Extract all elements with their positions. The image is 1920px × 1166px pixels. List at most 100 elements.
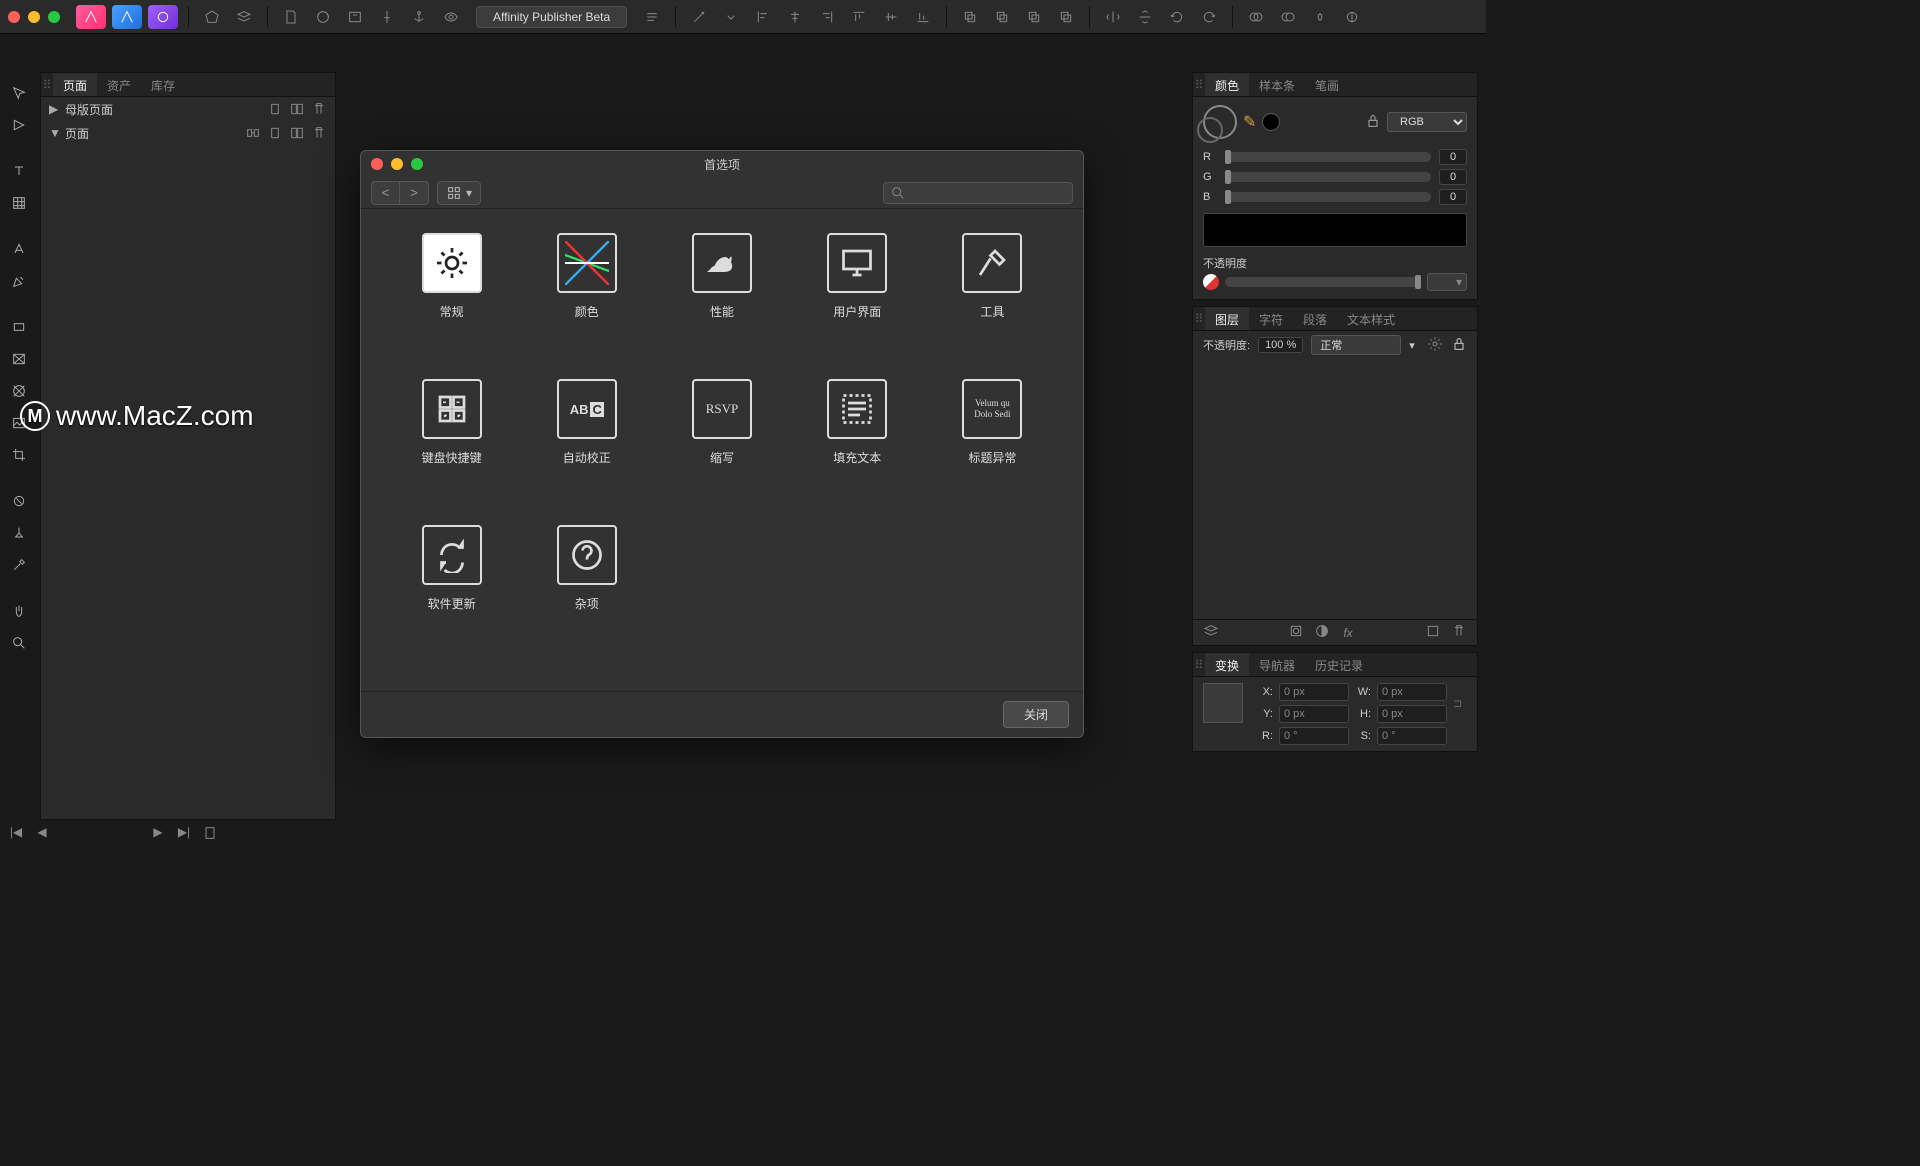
prev-page-icon[interactable]: ◀ — [34, 825, 50, 844]
panel-grip-icon[interactable]: ⠿ — [1193, 307, 1205, 330]
layer-opacity-value[interactable]: 100 % — [1258, 337, 1303, 353]
pref-item-gear[interactable]: 常规 — [389, 233, 514, 353]
gear-icon[interactable] — [1427, 336, 1443, 355]
dialog-close-icon[interactable] — [371, 158, 383, 170]
node-tool-icon[interactable] — [6, 112, 32, 138]
pref-item-hammer[interactable]: 工具 — [930, 233, 1055, 353]
master-pages-row[interactable]: ▶ 母版页面 — [41, 97, 335, 121]
align-left-icon[interactable] — [750, 4, 776, 30]
align-bottom-icon[interactable] — [910, 4, 936, 30]
tab-stroke[interactable]: 笔画 — [1305, 73, 1349, 96]
text-tool-icon[interactable] — [6, 158, 32, 184]
slider-b-value[interactable]: 0 — [1439, 189, 1467, 205]
tab-character[interactable]: 字符 — [1249, 307, 1293, 330]
anchor-selector[interactable] — [1203, 683, 1243, 723]
picture-frame-icon[interactable] — [6, 346, 32, 372]
transparency-tool-icon[interactable] — [6, 520, 32, 546]
table-tool-icon[interactable] — [6, 190, 32, 216]
tab-history[interactable]: 历史记录 — [1305, 653, 1373, 676]
pages-row[interactable]: ▼ 页面 — [41, 121, 335, 145]
boolean-divide-icon[interactable] — [1339, 4, 1365, 30]
align-right-icon[interactable] — [814, 4, 840, 30]
arrange-back-icon[interactable] — [1053, 4, 1079, 30]
delete-layer-icon[interactable] — [1451, 623, 1467, 642]
rotate-ccw-icon[interactable] — [1164, 4, 1190, 30]
tab-textstyles[interactable]: 文本样式 — [1337, 307, 1405, 330]
close-button[interactable]: 关闭 — [1003, 701, 1069, 728]
eyedropper-icon[interactable]: ✎ — [1243, 112, 1256, 132]
pref-item-abc[interactable]: ABC自动校正 — [524, 379, 649, 499]
tab-layers[interactable]: 图层 — [1205, 307, 1249, 330]
rectangle-tool-icon[interactable] — [6, 314, 32, 340]
dialog-zoom-icon[interactable] — [411, 158, 423, 170]
flip-v-icon[interactable] — [1132, 4, 1158, 30]
blend-mode-select[interactable]: 正常 — [1311, 335, 1401, 355]
crop-tool-icon[interactable] — [6, 442, 32, 468]
slider-g-value[interactable]: 0 — [1439, 169, 1467, 185]
tb-anchor-icon[interactable] — [406, 4, 432, 30]
tab-stock[interactable]: 库存 — [141, 73, 185, 96]
tab-pages[interactable]: 页面 — [53, 73, 97, 96]
tb-shape-icon[interactable] — [199, 4, 225, 30]
pref-item-textblock[interactable]: 填充文本 — [795, 379, 920, 499]
tab-navigator[interactable]: 导航器 — [1249, 653, 1305, 676]
pref-item-keys[interactable]: 键盘快捷键 — [389, 379, 514, 499]
opacity-dropdown[interactable]: ▾ — [1427, 273, 1467, 291]
pref-item-colors[interactable]: 颜色 — [524, 233, 649, 353]
tab-color[interactable]: 颜色 — [1205, 73, 1249, 96]
opacity-slider[interactable] — [1225, 277, 1421, 287]
slider-b-track[interactable] — [1225, 192, 1431, 202]
tab-assets[interactable]: 资产 — [97, 73, 141, 96]
s-input[interactable] — [1377, 727, 1447, 745]
pref-item-lorem[interactable]: Velum quDolo Sedi标题异常 — [930, 379, 1055, 499]
disclosure-down-icon[interactable]: ▼ — [49, 126, 59, 140]
tb-document-icon[interactable] — [278, 4, 304, 30]
delete-icon[interactable] — [311, 101, 327, 117]
forward-button[interactable]: > — [400, 182, 428, 204]
fx-icon[interactable]: fx — [1340, 626, 1356, 640]
move-tool-icon[interactable] — [6, 80, 32, 106]
slider-r-value[interactable]: 0 — [1439, 149, 1467, 165]
tab-swatches[interactable]: 样本条 — [1249, 73, 1305, 96]
tab-transform[interactable]: 变换 — [1205, 653, 1249, 676]
preferences-search[interactable] — [883, 182, 1073, 204]
slider-g-track[interactable] — [1225, 172, 1431, 182]
lock-icon[interactable] — [1451, 336, 1467, 355]
noise-toggle-icon[interactable] — [1203, 274, 1219, 290]
r-input[interactable] — [1279, 727, 1349, 745]
boolean-add-icon[interactable] — [1243, 4, 1269, 30]
boolean-subtract-icon[interactable] — [1275, 4, 1301, 30]
color-mode-select[interactable]: RGB — [1387, 112, 1467, 132]
close-window-icon[interactable] — [8, 11, 20, 23]
x-input[interactable] — [1279, 683, 1349, 701]
slider-r-track[interactable] — [1225, 152, 1431, 162]
pref-item-question[interactable]: 杂项 — [524, 525, 649, 645]
back-button[interactable]: < — [372, 182, 400, 204]
dialog-minimize-icon[interactable] — [391, 158, 403, 170]
tb-circle-icon[interactable] — [310, 4, 336, 30]
link-wh-icon[interactable]: ⊐ — [1453, 697, 1467, 710]
align-hcenter-icon[interactable] — [782, 4, 808, 30]
adjustment-icon[interactable] — [1314, 623, 1330, 642]
arrange-forward-icon[interactable] — [989, 4, 1015, 30]
page-list-icon[interactable] — [202, 825, 218, 844]
panel-grip-icon[interactable]: ⠿ — [1193, 73, 1205, 96]
tb-pin-icon[interactable] — [374, 4, 400, 30]
tb-paragraph-icon[interactable] — [639, 4, 665, 30]
tab-paragraph[interactable]: 段落 — [1293, 307, 1337, 330]
disclosure-right-icon[interactable]: ▶ — [49, 102, 59, 116]
pref-item-monitor[interactable]: 用户界面 — [795, 233, 920, 353]
layers-stack-icon[interactable] — [1203, 623, 1219, 642]
y-input[interactable] — [1279, 705, 1349, 723]
mask-icon[interactable] — [1288, 623, 1304, 642]
minimize-window-icon[interactable] — [28, 11, 40, 23]
zoom-window-icon[interactable] — [48, 11, 60, 23]
facing-page-icon[interactable] — [289, 125, 305, 141]
tb-preflight-icon[interactable] — [438, 4, 464, 30]
zoom-tool-icon[interactable] — [6, 630, 32, 656]
current-color-icon[interactable] — [1262, 113, 1280, 131]
artistic-text-icon[interactable] — [6, 236, 32, 262]
eyedropper-tool-icon[interactable] — [6, 552, 32, 578]
facing-page-icon[interactable] — [289, 101, 305, 117]
boolean-intersect-icon[interactable] — [1307, 4, 1333, 30]
